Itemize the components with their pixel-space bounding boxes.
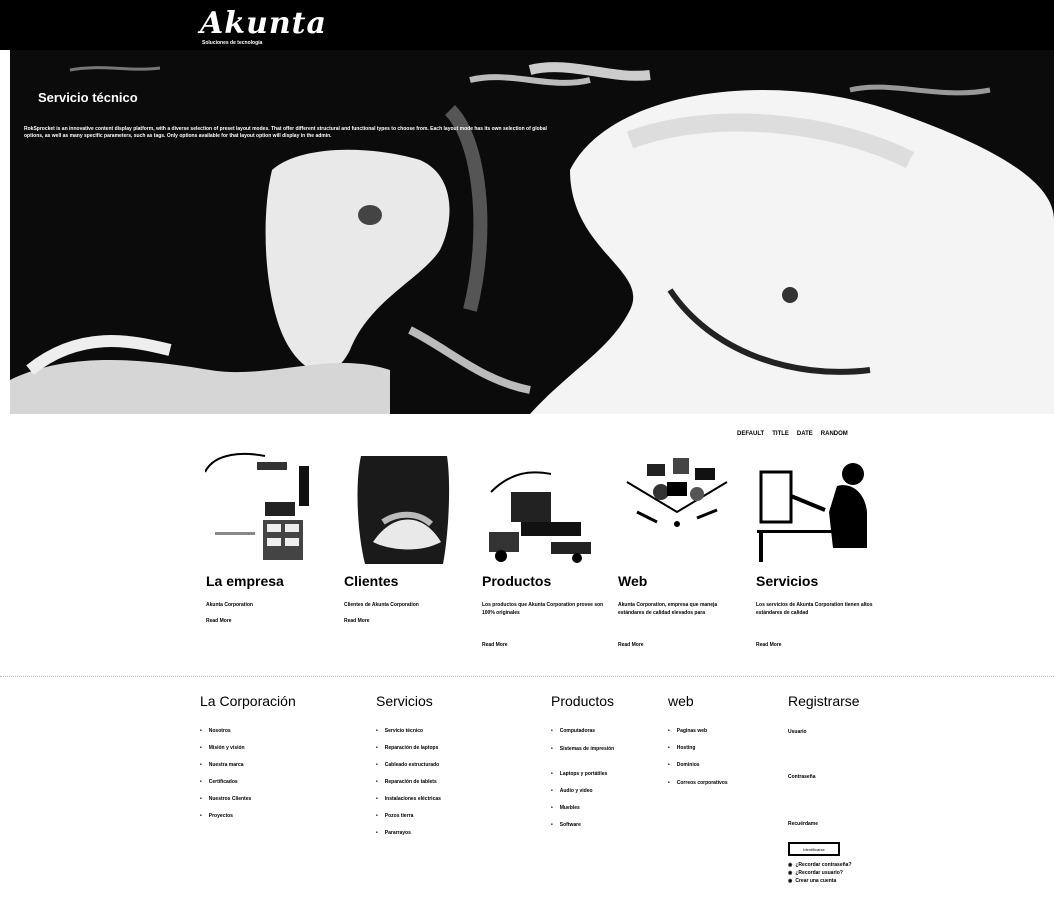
footer-link[interactable]: Proyectos — [200, 813, 251, 830]
sort-title[interactable]: TITLE — [772, 431, 789, 437]
logo-tagline: Soluciones de tecnología — [202, 40, 263, 46]
section-divider — [0, 676, 1054, 677]
feature-title: Clientes — [344, 573, 399, 589]
technician-photo[interactable] — [755, 452, 875, 570]
footer-link[interactable]: Misión y visión — [200, 745, 251, 762]
footer-link[interactable]: Laptops y portátiles — [551, 771, 647, 788]
web-icons-photo[interactable] — [617, 452, 737, 570]
footer-link[interactable]: Reparación de laptops — [376, 745, 441, 762]
site-logo[interactable]: Akunta Soluciones de tecnología — [200, 6, 327, 46]
forgot-username-link[interactable]: ¿Recordar usuario? — [788, 869, 888, 877]
footer-link[interactable]: Certificados — [200, 779, 251, 796]
sort-date[interactable]: DATE — [797, 431, 813, 437]
feature-title: Servicios — [756, 573, 819, 589]
username-label: Usuario — [788, 729, 807, 735]
password-label: Contraseña — [788, 774, 816, 780]
footer-col-web: web Paginas web Hosting Dominios Correos… — [668, 693, 728, 786]
read-more-link[interactable]: Read More — [206, 618, 232, 624]
hero-slider[interactable]: Servicio técnico RokSprocket is an innov… — [10, 50, 1054, 414]
login-title: Registrarse — [788, 693, 860, 709]
footer-link[interactable]: Pozos tierra — [376, 813, 441, 830]
read-more-link[interactable]: Read More — [344, 618, 370, 624]
read-more-link[interactable]: Read More — [618, 642, 644, 648]
footer-col-servicios: Servicios Servicio técnico Reparación de… — [376, 693, 441, 836]
footer-col-productos: Productos Computadoras Sistemas de impre… — [551, 693, 615, 828]
footer-link[interactable]: Correos corporativos — [668, 779, 740, 796]
footer-link[interactable]: Hosting — [668, 745, 740, 762]
feature-desc: Clientes de Akunta Corporation — [344, 602, 419, 608]
footer-link[interactable]: Muebles — [551, 805, 647, 822]
footer-link-list: Computadoras Sistemas de impresión Lapto… — [551, 728, 647, 839]
feature-title: Web — [618, 573, 648, 589]
footer-link[interactable]: Sistemas de impresión — [551, 745, 647, 771]
create-account-link[interactable]: Crear una cuenta — [788, 877, 888, 885]
footer-link-list: Servicio técnico Reparación de laptops C… — [376, 728, 441, 847]
feature-desc: Los productos que Akunta Corporation pro… — [482, 602, 604, 616]
footer-link[interactable]: Paginas web — [668, 728, 740, 745]
footer-link[interactable]: Audio y video — [551, 788, 647, 805]
login-module: Registrarse Usuario Contraseña Recuérdam… — [788, 693, 860, 884]
top-header-bar: Akunta Soluciones de tecnología — [0, 0, 1054, 50]
layout-switch: DEFAULT TITLE DATE RANDOM — [737, 431, 848, 437]
footer-col-title: Servicios — [376, 693, 433, 709]
handshake-photo[interactable] — [343, 452, 463, 570]
feature-desc: Akunta Corporation, empresa que maneja e… — [618, 602, 718, 616]
footer-link[interactable]: Servicio técnico — [376, 728, 441, 745]
footer-link[interactable]: Software — [551, 822, 647, 839]
footer-col-title: web — [668, 693, 694, 709]
footer-link[interactable]: Dominios — [668, 762, 740, 779]
sort-random[interactable]: RANDOM — [821, 431, 848, 437]
footer-link-list: Paginas web Hosting Dominios Correos cor… — [668, 728, 740, 796]
logo-text: Akunta — [200, 6, 327, 41]
feature-title: La empresa — [206, 573, 284, 589]
login-links: ¿Recordar contraseña? ¿Recordar usuario?… — [788, 861, 888, 885]
hero-satellite-image — [10, 50, 1054, 414]
feature-title: Productos — [482, 573, 552, 589]
footer-link-list: Nosotros Misión y visión Nuestra marca C… — [200, 728, 252, 830]
footer-col-title: Productos — [551, 693, 615, 709]
read-more-link[interactable]: Read More — [756, 642, 782, 648]
footer-link[interactable]: Pararrayos — [376, 830, 441, 847]
footer-link[interactable]: Computadoras — [551, 728, 647, 745]
hero-title: Servicio técnico — [38, 90, 138, 105]
footer-link[interactable]: Nuestros Clientes — [200, 796, 252, 813]
footer-col-title: La Corporación — [200, 693, 296, 709]
footer-link[interactable]: Nuestra marca — [200, 762, 251, 779]
footer-col-corporacion: La Corporación Nosotros Misión y visión … — [200, 693, 296, 819]
products-photo[interactable] — [481, 452, 601, 570]
login-button[interactable]: Identificarse — [788, 842, 840, 856]
footer-link[interactable]: Reparación de tablets — [376, 779, 441, 796]
remember-me-label[interactable]: Recuérdame — [788, 821, 818, 827]
hero-text: RokSprocket is an innovative content dis… — [24, 126, 547, 139]
footer-link[interactable]: Instalaciones eléctricas — [376, 796, 441, 813]
read-more-link[interactable]: Read More — [482, 642, 508, 648]
feature-desc: Akunta Corporation — [206, 602, 253, 608]
forgot-password-link[interactable]: ¿Recordar contraseña? — [788, 861, 888, 869]
office-photo[interactable] — [205, 452, 325, 570]
feature-desc: Los servicios de Akunta Corporation tien… — [756, 602, 873, 616]
footer-link[interactable]: Cableado estructurado — [376, 762, 441, 779]
sort-default[interactable]: DEFAULT — [737, 431, 764, 437]
footer-link[interactable]: Nosotros — [200, 728, 251, 745]
